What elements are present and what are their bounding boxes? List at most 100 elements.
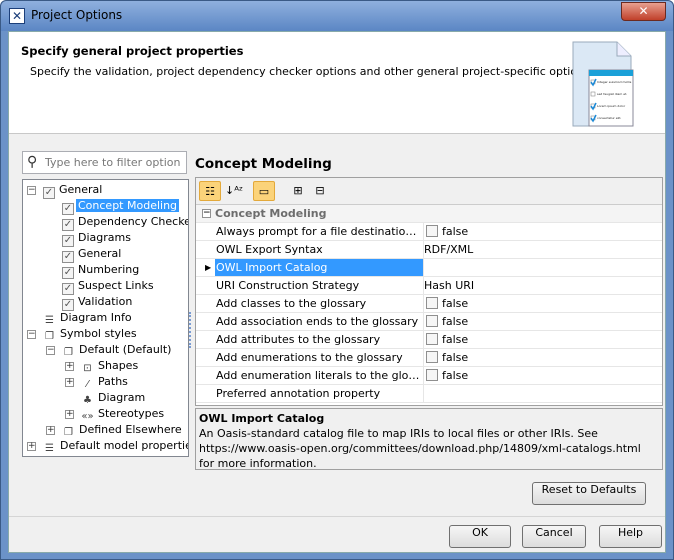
show-description-button[interactable]: ▭: [253, 181, 275, 201]
tree-item-label: Diagram: [98, 391, 146, 404]
property-value[interactable]: false: [423, 295, 662, 312]
property-name: Always prompt for a file destination whe…: [216, 225, 423, 238]
sort-alphabetically-button[interactable]: ↓ᴬᶻ: [223, 181, 245, 201]
expand-icon[interactable]: +: [65, 410, 74, 419]
reset-to-defaults-button[interactable]: Reset to Defaults: [532, 482, 646, 505]
tree-item-label: Default (Default): [79, 343, 172, 356]
tree-item-label: Stereotypes: [98, 407, 165, 420]
property-value[interactable]: false: [423, 331, 662, 348]
options-tree[interactable]: − ✓ General ✓ Concept Modeling ✓ Dependency Ch…: [22, 179, 189, 457]
property-checkbox[interactable]: [426, 315, 438, 327]
group-header[interactable]: − Concept Modeling: [196, 205, 662, 223]
tree-item-shapes[interactable]: + ⊡ Shapes: [65, 358, 140, 374]
filter-input[interactable]: [43, 154, 183, 171]
filter-field[interactable]: ⚲: [22, 151, 187, 174]
property-checkbox[interactable]: [426, 333, 438, 345]
tree-item-label: Suspect Links: [78, 279, 154, 292]
tree-item-symbol-styles[interactable]: − ❐ Symbol styles: [27, 326, 139, 342]
svg-text:Lorem ipsum dolor: Lorem ipsum dolor: [597, 104, 626, 108]
property-row[interactable]: Preferred annotation property: [196, 385, 662, 403]
collapse-icon[interactable]: −: [27, 186, 36, 195]
property-row[interactable]: Add attributes to the glossary false: [196, 331, 662, 349]
property-value[interactable]: false: [423, 313, 662, 330]
property-row[interactable]: Add association ends to the glossary fals…: [196, 313, 662, 331]
properties-panel: ☷ ↓ᴬᶻ ▭ ⊞ ⊟ − Concept Modeling Always pr…: [195, 177, 663, 406]
cancel-button[interactable]: Cancel: [522, 525, 586, 548]
window-title: Project Options: [31, 8, 123, 22]
tree-item-label: Default model properties: [60, 439, 189, 452]
dialog-header: Specify general project properties Speci…: [9, 32, 665, 134]
tree-item-label: Concept Modeling: [76, 199, 180, 212]
property-value-text: false: [442, 297, 469, 310]
property-name: OWL Export Syntax: [216, 243, 323, 256]
tree-item-label: Validation: [78, 295, 133, 308]
header-heading: Specify general project properties: [21, 44, 244, 58]
property-row[interactable]: OWL Export Syntax RDF/XML: [196, 241, 662, 259]
tree-item-defined-elsewhere[interactable]: + ❐ Defined Elsewhere: [46, 422, 184, 438]
tree-item-validation[interactable]: ✓ Validation: [46, 294, 134, 311]
collapse-icon[interactable]: −: [46, 346, 55, 355]
tree-item-diagram-info[interactable]: ☰ Diagram Info: [27, 310, 134, 326]
expand-icon[interactable]: +: [46, 426, 55, 435]
expand-icon[interactable]: +: [65, 378, 74, 387]
collapse-icon[interactable]: −: [202, 209, 211, 218]
ok-button[interactable]: OK: [449, 525, 511, 548]
property-row[interactable]: URI Construction Strategy Hash URI: [196, 277, 662, 295]
property-name: Add enumerations to the glossary: [216, 351, 403, 364]
property-value[interactable]: Hash URI: [423, 277, 662, 294]
project-options-window: ✕ Project Options ✕ Specify general proj…: [0, 0, 674, 560]
svg-text:consectetur elit.: consectetur elit.: [597, 116, 621, 120]
property-checkbox[interactable]: [426, 369, 438, 381]
tree-item-general[interactable]: − ✓ General: [27, 182, 104, 199]
property-value[interactable]: false: [423, 349, 662, 366]
property-value[interactable]: RDF/XML: [423, 241, 662, 258]
property-value[interactable]: [423, 385, 662, 402]
current-row-arrow-icon: ▶: [205, 263, 212, 272]
tree-item-default-model-properties[interactable]: + ☰ Default model properties: [27, 438, 189, 454]
collapse-all-button[interactable]: ⊟: [309, 181, 331, 201]
expand-all-button[interactable]: ⊞: [287, 181, 309, 201]
property-value-text: false: [442, 225, 469, 238]
header-description: Specify the validation, project dependen…: [30, 65, 594, 78]
svg-text:sed feugiat diam et.: sed feugiat diam et.: [597, 92, 627, 96]
property-row[interactable]: ▶ OWL Import Catalog: [196, 259, 662, 277]
property-row[interactable]: Add classes to the glossary false: [196, 295, 662, 313]
help-button[interactable]: Help: [599, 525, 662, 548]
tree-item-numbering[interactable]: ✓ Numbering: [46, 262, 141, 279]
tree-item-default-style[interactable]: − ❐ Default (Default): [46, 342, 173, 358]
property-name: Add association ends to the glossary: [216, 315, 419, 328]
tree-item-label: Diagrams: [78, 231, 131, 244]
property-checkbox[interactable]: [426, 297, 438, 309]
property-name: Add classes to the glossary: [216, 297, 367, 310]
property-checkbox[interactable]: [426, 225, 438, 237]
property-name: Add enumeration literals to the glossary: [216, 369, 423, 382]
property-value-text: RDF/XML: [424, 243, 474, 256]
categorized-view-button[interactable]: ☷: [199, 181, 221, 201]
property-value[interactable]: false: [423, 223, 662, 240]
panel-title: Concept Modeling: [195, 156, 332, 172]
app-icon: ✕: [9, 8, 25, 24]
property-value-text: false: [442, 315, 469, 328]
expand-icon[interactable]: +: [65, 362, 74, 371]
splitter-handle[interactable]: [189, 312, 192, 348]
group-label: Concept Modeling: [215, 207, 327, 220]
property-row[interactable]: Add enumeration literals to the glossary…: [196, 367, 662, 385]
tree-item-suspect-links[interactable]: ✓ Suspect Links: [46, 278, 156, 295]
tree-item-dependency-checker[interactable]: ✓ Dependency Checker: [46, 214, 188, 231]
tree-item-stereotypes[interactable]: + «» Stereotypes: [65, 406, 166, 422]
expand-icon[interactable]: +: [27, 442, 36, 451]
collapse-icon[interactable]: −: [27, 330, 36, 339]
property-value[interactable]: false: [423, 367, 662, 384]
tree-item-diagram[interactable]: ♣ Diagram: [65, 390, 147, 406]
tree-item-label: General: [78, 247, 122, 260]
tree-item-diagrams[interactable]: ✓ Diagrams: [46, 230, 133, 247]
close-button[interactable]: ✕: [621, 2, 666, 21]
tree-item-concept-modeling[interactable]: ✓ Concept Modeling: [46, 198, 180, 215]
tree-item-paths[interactable]: + ⁄ Paths: [65, 374, 130, 390]
tree-item-general-sub[interactable]: ✓ General: [46, 246, 123, 263]
property-row[interactable]: Add enumerations to the glossary false: [196, 349, 662, 367]
property-checkbox[interactable]: [426, 351, 438, 363]
tree-item-label: Symbol styles: [60, 327, 137, 340]
property-row[interactable]: Always prompt for a file destination whe…: [196, 223, 662, 241]
property-value[interactable]: [423, 259, 662, 276]
